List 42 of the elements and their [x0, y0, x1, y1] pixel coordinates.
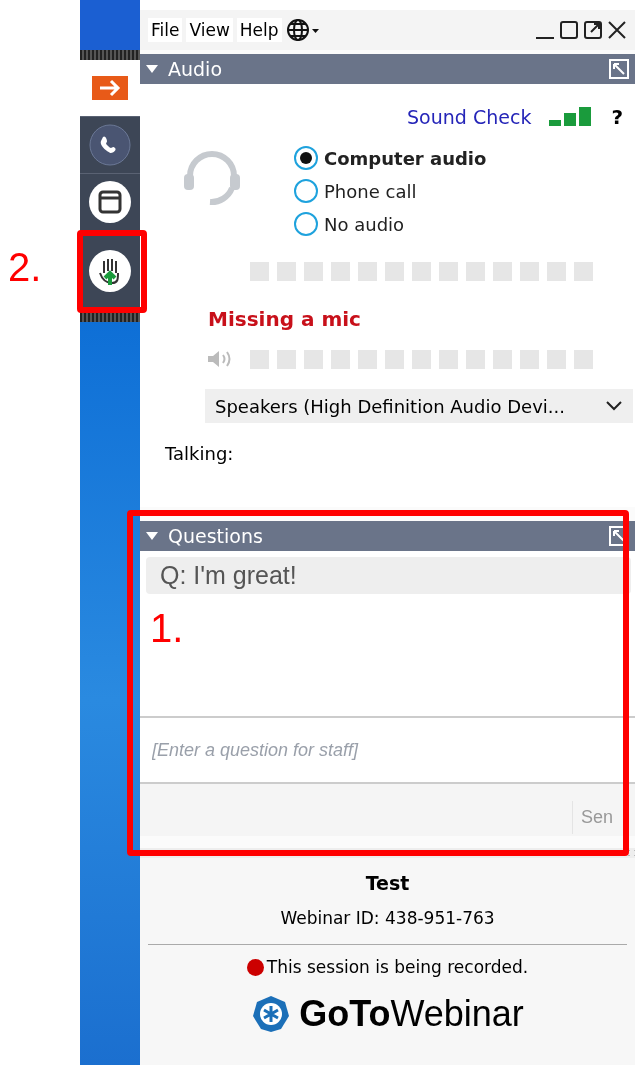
window-icon[interactable] — [88, 180, 132, 224]
close-icon[interactable] — [607, 20, 627, 40]
annotation-number: 1. — [150, 606, 184, 651]
webinar-title: Test — [365, 872, 410, 894]
speaker-dropdown[interactable]: Speakers (High Definition Audio Devi... — [205, 389, 633, 423]
resize-grip[interactable] — [140, 848, 635, 858]
raise-hand-icon[interactable] — [88, 249, 132, 293]
mic-warning: Missing a mic — [208, 307, 362, 331]
sound-check-link[interactable]: Sound Check — [407, 106, 532, 128]
chevron-down-icon — [605, 400, 623, 412]
radio-button[interactable] — [294, 212, 318, 236]
undock-icon[interactable] — [609, 59, 629, 79]
phone-icon[interactable] — [89, 124, 131, 166]
collapse-arrow-icon[interactable] — [146, 65, 158, 73]
signal-bars-icon — [549, 107, 594, 127]
audio-option[interactable]: Phone call — [294, 179, 487, 203]
recording-dot-icon — [246, 958, 264, 976]
menu-item[interactable]: View — [186, 18, 233, 42]
question-item: Q: I'm great! — [146, 557, 631, 594]
menu-item[interactable]: Help — [236, 18, 282, 42]
section-header[interactable]: Questions — [140, 521, 635, 551]
talking-label: Talking: — [165, 443, 235, 464]
language-globe-icon[interactable] — [285, 18, 320, 42]
webinar-id: Webinar ID: 438-951-763 — [280, 908, 495, 928]
grip-handle[interactable] — [80, 312, 140, 322]
recording-notice: This session is being recorded. — [266, 957, 529, 977]
pop-out-icon[interactable] — [583, 20, 603, 40]
section-title: Questions — [168, 525, 263, 547]
radio-button[interactable] — [294, 146, 318, 170]
menu-item[interactable]: File — [148, 18, 183, 42]
logo-text: GoToWebinar — [299, 993, 524, 1035]
help-button[interactable]: ? — [611, 105, 623, 129]
maximize-icon[interactable] — [559, 20, 579, 40]
audio-option[interactable]: No audio — [294, 212, 487, 236]
section-title: Audio — [168, 58, 222, 80]
annotation-number: 2. — [8, 245, 42, 290]
collapse-arrow-icon[interactable] — [146, 532, 158, 540]
audio-option[interactable]: Computer audio — [294, 146, 487, 170]
radio-button[interactable] — [294, 179, 318, 203]
logo-icon — [251, 994, 292, 1034]
section-header[interactable]: Audio — [140, 54, 635, 84]
grip-handle[interactable] — [80, 50, 140, 60]
